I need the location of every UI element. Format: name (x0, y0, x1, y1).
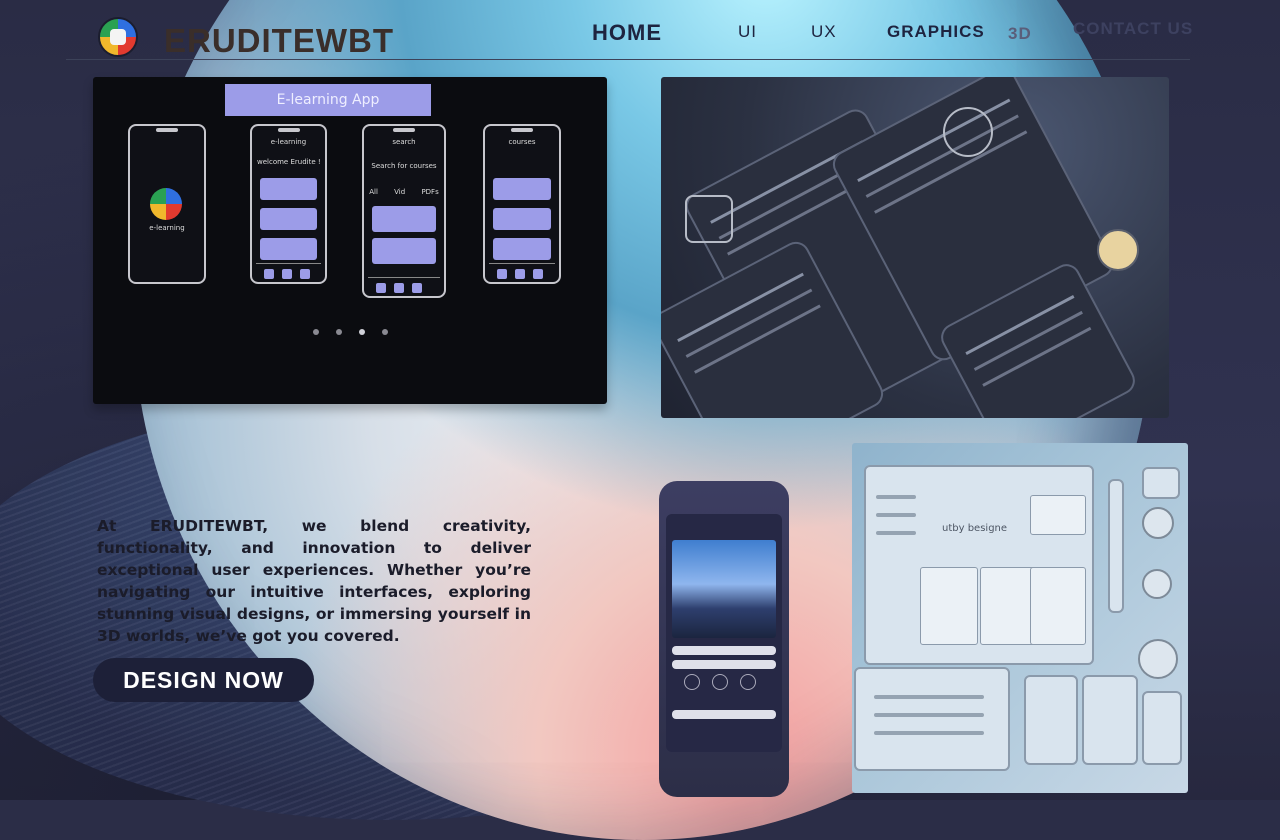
carousel-dots (313, 320, 400, 339)
brand-name[interactable]: ERUDITEWBT (164, 22, 394, 60)
phone-wireframe (1142, 691, 1182, 765)
content-card (493, 238, 551, 260)
phone-title: search (392, 138, 416, 146)
content-card (260, 238, 317, 260)
dial-icon (943, 107, 993, 157)
form-field (672, 660, 776, 669)
site-header: ERUDITEWBT HOME UI UX GRAPHICS 3D CONTAC… (0, 0, 1280, 62)
logo-icon[interactable] (98, 17, 138, 57)
wireframe-card (1030, 567, 1086, 645)
hero-description: At ERUDITEWBT, we blend creativity, func… (97, 516, 531, 645)
carousel-dot-active[interactable] (359, 329, 366, 335)
airplane-hero-image (672, 540, 776, 638)
content-card (493, 178, 551, 200)
knob-icon (1142, 507, 1174, 539)
dark-ui-mockup-image (661, 77, 1169, 418)
form-field (672, 646, 776, 655)
header-divider (66, 59, 1190, 60)
phone-wireframe (1082, 675, 1138, 765)
phone-courses: courses (483, 124, 561, 284)
carousel-dot[interactable] (382, 329, 389, 335)
search-hint: Search for courses (371, 162, 437, 170)
phone-notch (393, 128, 415, 132)
phone-search: search Search for courses All Vid PDFs (362, 124, 446, 298)
wireframe-board-image: utby besigne (852, 443, 1188, 793)
wireframe-card (1030, 495, 1086, 535)
carousel-dot[interactable] (313, 329, 319, 335)
phone-nav-bar (489, 263, 555, 279)
cloud-icon (1142, 467, 1180, 499)
phone-splash: e-learning (128, 124, 206, 284)
phone-wireframe (1024, 675, 1078, 765)
phone-title: courses (508, 138, 536, 146)
app-logo-icon (150, 188, 182, 220)
phone-notch (156, 128, 178, 132)
nav-graphics-link[interactable]: GRAPHICS (887, 22, 985, 42)
phone-screen (666, 514, 782, 752)
wireframe-card (920, 567, 978, 645)
nav-home-link[interactable]: HOME (592, 20, 662, 46)
dial-icon (1142, 569, 1172, 599)
nav-ui-link[interactable]: UI (738, 22, 757, 42)
phone-title: e-learning (270, 138, 307, 146)
nav-3d-link[interactable]: 3D (1008, 24, 1032, 44)
phone-notch (277, 128, 300, 132)
phone-nav-bar (368, 277, 440, 293)
phone-welcome: welcome Erudite ! (257, 158, 321, 166)
tablet-wireframe: utby besigne (864, 465, 1094, 665)
phone-home: e-learning welcome Erudite ! (250, 124, 327, 284)
content-card (372, 206, 436, 232)
tablet-wireframe (854, 667, 1010, 771)
splash-label: e-learning (149, 224, 185, 232)
search-tabs: All Vid PDFs (364, 188, 444, 196)
phone-nav-bar (256, 263, 321, 279)
carousel-dot[interactable] (336, 329, 343, 335)
icon-row (672, 674, 776, 694)
content-card (493, 208, 551, 230)
carousel-title: E-learning App (225, 84, 431, 116)
board-title: utby besigne (942, 523, 1008, 534)
content-card (260, 178, 317, 200)
slider-icon (1108, 479, 1124, 613)
tab-all: All (369, 188, 378, 196)
phone-notch (511, 128, 533, 132)
nav-ux-link[interactable]: UX (811, 22, 837, 42)
tab-vid: Vid (394, 188, 406, 196)
tab-pdfs: PDFs (421, 188, 439, 196)
nav-contact-link[interactable]: CONTACT US (1073, 19, 1193, 39)
lamp-icon (1097, 229, 1139, 271)
clock-icon (1138, 639, 1178, 679)
elearning-carousel[interactable]: E-learning App e-learning e-learning wel… (93, 77, 607, 404)
constellation-icon (685, 195, 733, 243)
design-now-button[interactable]: DESIGN NOW (93, 658, 314, 702)
content-card (372, 238, 436, 264)
travel-app-phone-image (659, 481, 789, 797)
form-field (672, 710, 776, 719)
content-card (260, 208, 317, 230)
